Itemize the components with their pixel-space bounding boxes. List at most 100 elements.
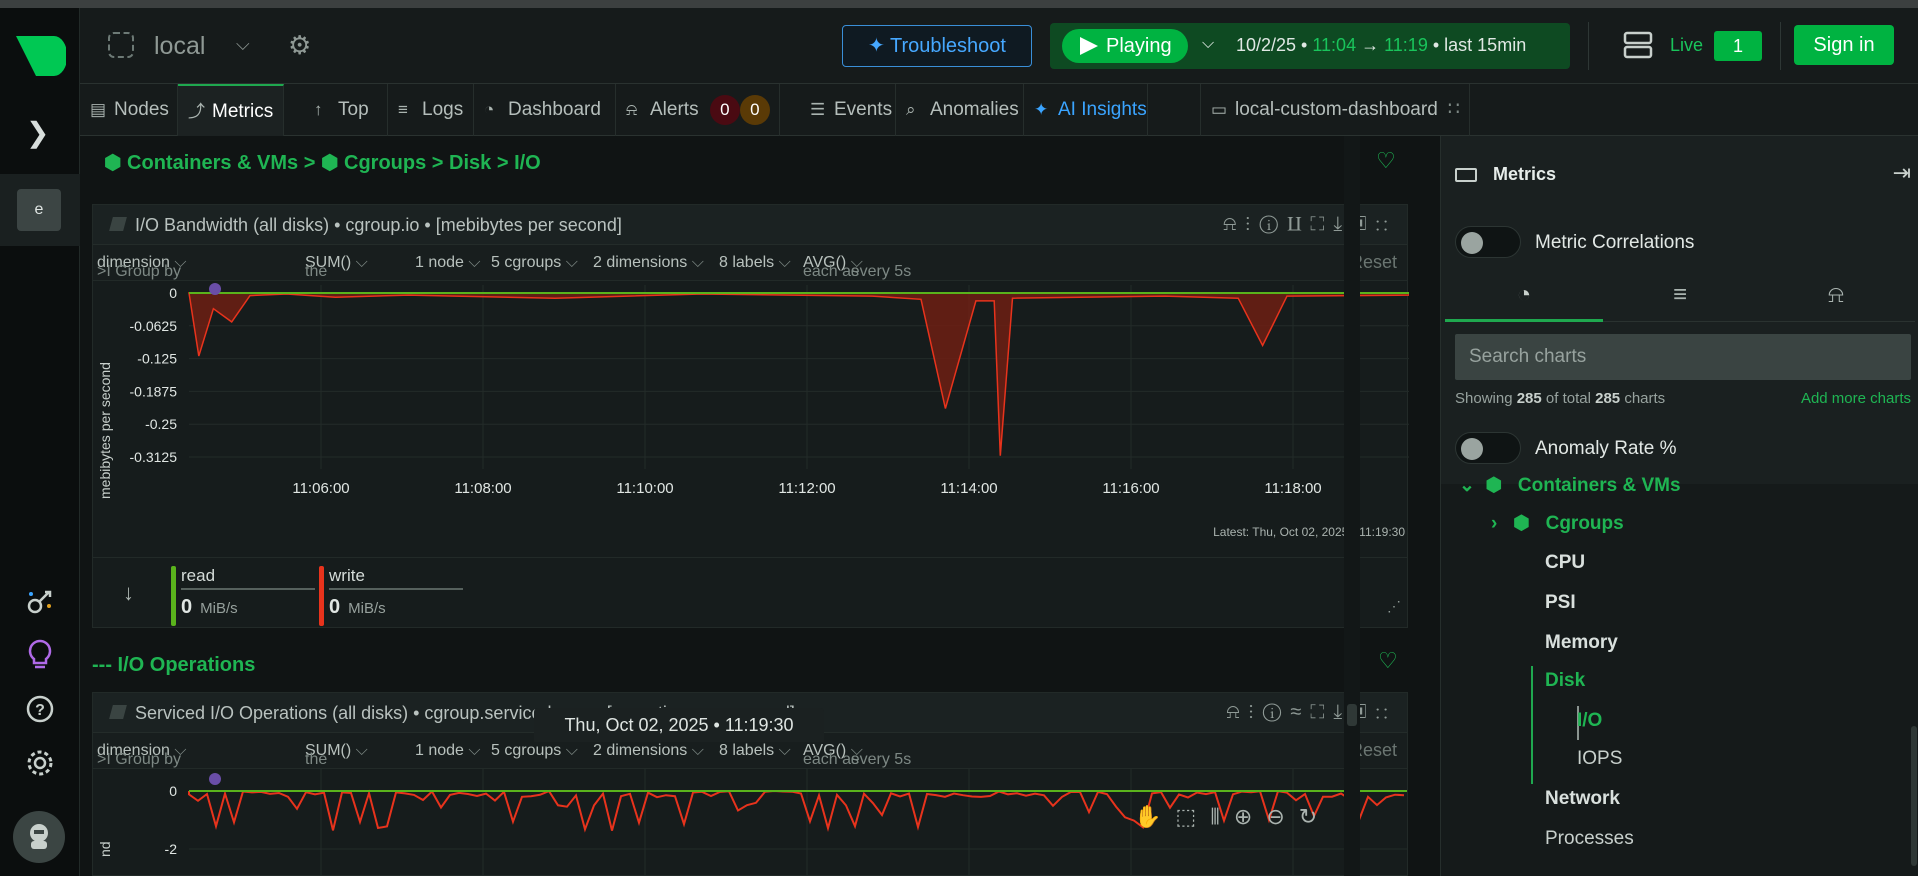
tree-item-cgroups[interactable]: › ⬢ Cgroups bbox=[1491, 512, 1624, 535]
tab-label: Nodes bbox=[114, 99, 169, 120]
search-charts-input[interactable]: Search charts bbox=[1455, 334, 1911, 380]
favorite-heart-icon[interactable]: ♡ bbox=[1378, 648, 1398, 674]
dimensions-dropdown[interactable]: 2 dimensions ⌵ bbox=[593, 254, 704, 272]
room-dropdown-chevron-icon[interactable]: ⌵ bbox=[236, 34, 250, 55]
room-name[interactable]: local bbox=[154, 32, 205, 61]
tab-anomalies[interactable]: ⌕ Anomalies bbox=[896, 84, 1024, 136]
filters-icon[interactable]: ⫶ bbox=[1249, 701, 1263, 723]
play-dropdown-chevron-icon[interactable]: ⌵ bbox=[1202, 35, 1214, 53]
main-scrollbar[interactable] bbox=[1344, 136, 1360, 876]
live-count-badge[interactable]: 1 bbox=[1714, 31, 1762, 61]
nodes-list-icon[interactable] bbox=[1623, 30, 1653, 60]
tab-events[interactable]: ☰ Events bbox=[800, 84, 896, 136]
aggregation-dropdown[interactable]: the SUM() ⌵ bbox=[305, 742, 368, 768]
filters-icon[interactable]: ⫶ bbox=[1245, 213, 1259, 235]
x-tick-label: 11:10:00 bbox=[616, 480, 673, 497]
tree-item-processes[interactable]: Processes bbox=[1545, 828, 1634, 850]
nodes-dropdown[interactable]: 1 node ⌵ bbox=[415, 742, 481, 760]
tab-logs[interactable]: ≡ Logs bbox=[388, 84, 474, 136]
resize-handle-icon[interactable]: ⋰ bbox=[1387, 598, 1401, 615]
tab-dashboard[interactable]: ◔ Dashboard bbox=[474, 84, 616, 136]
tab-filters[interactable]: ≡ bbox=[1601, 268, 1759, 322]
chart-type-icon[interactable]: ⨿ bbox=[1287, 213, 1310, 235]
user-avatar[interactable] bbox=[13, 811, 65, 863]
scrollbar-thumb[interactable] bbox=[1347, 704, 1357, 726]
showing-mid: of total bbox=[1545, 390, 1591, 407]
io-bandwidth-chart[interactable]: 0 -0.0625 -0.125 -0.1875 -0.25 -0.3125 11:06:0… bbox=[93, 281, 1409, 537]
space-avatar[interactable]: e bbox=[17, 189, 61, 231]
expand-sidebar-icon[interactable]: ❯ bbox=[26, 116, 49, 149]
labels-dropdown[interactable]: 8 labels ⌵ bbox=[719, 742, 791, 760]
highlight-icon[interactable]: ⦀ bbox=[1210, 804, 1234, 829]
time-range-picker[interactable]: 10/2/25 • 11:04 → 11:19 • last 15min bbox=[1236, 35, 1526, 56]
sign-in-button[interactable]: Sign in bbox=[1794, 25, 1894, 65]
alert-bell-icon[interactable]: ⍾ bbox=[1226, 701, 1248, 723]
chart-type-icon[interactable]: ≈ bbox=[1290, 701, 1310, 723]
breadcrumb-containers[interactable]: Containers & VMs > bbox=[127, 152, 315, 174]
tree-item-containers[interactable]: ⌄ ⬢ Containers & VMs bbox=[1459, 474, 1681, 497]
tab-ai-insights[interactable]: ✦ AI Insights bbox=[1024, 84, 1148, 136]
tree-item-psi[interactable]: PSI bbox=[1545, 592, 1576, 614]
drag-handle-icon[interactable]: ∷ bbox=[1375, 701, 1397, 723]
legend-sort-arrow-icon[interactable]: ↓ bbox=[123, 580, 134, 606]
info-icon[interactable]: ⓘ bbox=[1263, 701, 1291, 723]
cgroups-dropdown[interactable]: 5 cgroups ⌵ bbox=[491, 254, 578, 272]
anomaly-rate-toggle[interactable] bbox=[1455, 432, 1521, 464]
drag-handle-icon[interactable]: ∷ bbox=[1375, 213, 1397, 235]
favorite-heart-icon[interactable]: ♡ bbox=[1376, 148, 1396, 174]
zoom-in-icon[interactable]: ⊕ bbox=[1234, 804, 1266, 829]
reset-zoom-icon[interactable]: ↻ bbox=[1299, 804, 1331, 829]
play-label: Playing bbox=[1106, 35, 1172, 57]
group-by-dropdown[interactable]: >I Group by dimension ⌵ bbox=[97, 742, 187, 768]
cgroups-dropdown[interactable]: 5 cgroups ⌵ bbox=[491, 742, 578, 760]
tab-metrics[interactable]: ⤴ Metrics bbox=[178, 84, 284, 136]
fullscreen-icon[interactable]: ⛶ bbox=[1310, 701, 1333, 723]
cube-icon: ⬢ bbox=[1513, 513, 1530, 534]
fullscreen-icon[interactable]: ⛶ bbox=[1310, 213, 1333, 235]
tree-item-memory[interactable]: Memory bbox=[1545, 632, 1618, 654]
pan-hand-icon[interactable]: ✋ bbox=[1134, 804, 1175, 829]
tree-item-disk[interactable]: Disk bbox=[1545, 670, 1585, 692]
zoom-out-icon[interactable]: ⊖ bbox=[1266, 804, 1298, 829]
troubleshoot-button[interactable]: ✦ Troubleshoot bbox=[842, 25, 1032, 67]
tree-item-io[interactable]: I/O bbox=[1577, 710, 1602, 732]
play-button[interactable]: Playing bbox=[1062, 29, 1188, 63]
tab-alerts[interactable]: ⍾ Alerts 00 bbox=[616, 84, 780, 136]
dimensions-dropdown[interactable]: 2 dimensions ⌵ bbox=[593, 742, 704, 760]
drag-handle-icon[interactable]: ∷ bbox=[1448, 99, 1460, 120]
time-aggregation-dropdown[interactable]: each as AVG() every 5s ⌵ bbox=[803, 742, 911, 768]
tab-nodes[interactable]: ▤ Nodes bbox=[80, 84, 178, 136]
alert-bell-icon[interactable]: ⍾ bbox=[1223, 213, 1245, 235]
tab-alerts[interactable]: ⍾ bbox=[1757, 268, 1915, 322]
tree-item-network[interactable]: Network bbox=[1545, 788, 1620, 810]
alerts-warning-badge[interactable]: 0 bbox=[739, 94, 770, 125]
info-icon[interactable]: ⓘ bbox=[1259, 213, 1287, 235]
showing-total: 285 bbox=[1595, 390, 1621, 407]
settings-gear-icon[interactable] bbox=[24, 748, 56, 780]
time-aggregation-dropdown[interactable]: each as AVG() every 5s ⌵ bbox=[803, 254, 911, 280]
collapse-panel-icon[interactable]: ⇥ bbox=[1893, 160, 1911, 186]
alerts-critical-badge[interactable]: 0 bbox=[709, 94, 740, 125]
room-settings-gear-icon[interactable]: ⚙ bbox=[288, 30, 311, 61]
netdata-logo-icon[interactable] bbox=[14, 34, 66, 78]
tab-local-custom-dashboard[interactable]: ▭ local-custom-dashboard ∷ bbox=[1200, 84, 1470, 136]
legend-item-read[interactable]: read 0 MiB/s bbox=[171, 566, 315, 626]
tree-item-iops[interactable]: IOPS bbox=[1577, 748, 1622, 770]
labels-dropdown[interactable]: 8 labels ⌵ bbox=[719, 254, 791, 272]
group-by-dropdown[interactable]: >I Group by dimension ⌵ bbox=[97, 254, 187, 280]
aggregation-dropdown[interactable]: the SUM() ⌵ bbox=[305, 254, 368, 280]
tree-item-cpu[interactable]: CPU bbox=[1545, 552, 1585, 574]
metric-correlations-toggle[interactable] bbox=[1455, 226, 1521, 258]
legend-item-write[interactable]: write 0 MiB/s bbox=[319, 566, 463, 626]
add-more-charts-link[interactable]: Add more charts bbox=[1801, 390, 1911, 407]
help-icon[interactable]: ? bbox=[24, 694, 56, 726]
tab-top[interactable]: ↑ Top bbox=[304, 84, 388, 136]
breadcrumb-path[interactable]: Cgroups > Disk > I/O bbox=[344, 152, 541, 174]
space-selector[interactable]: e bbox=[0, 174, 80, 246]
lightbulb-icon[interactable] bbox=[24, 638, 56, 670]
nodes-dropdown[interactable]: 1 node ⌵ bbox=[415, 254, 481, 272]
tab-charts-index[interactable]: ◔ bbox=[1445, 268, 1603, 322]
integrations-icon[interactable] bbox=[24, 586, 56, 618]
side-panel-scrollbar[interactable] bbox=[1911, 726, 1917, 866]
select-zoom-icon[interactable]: ⬚ bbox=[1175, 804, 1210, 829]
